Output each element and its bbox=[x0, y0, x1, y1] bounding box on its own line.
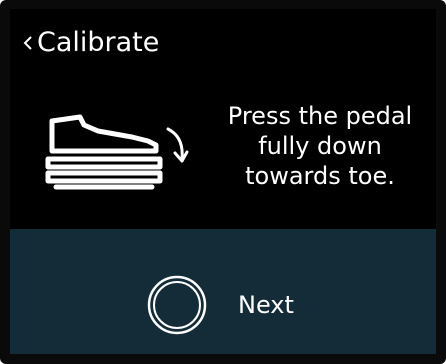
shoe-on-pedal-icon bbox=[45, 114, 189, 190]
page-title: Calibrate bbox=[37, 27, 160, 58]
next-label: Next bbox=[238, 291, 294, 319]
ring-button-icon bbox=[147, 275, 207, 335]
shoe-icon bbox=[49, 114, 159, 154]
device-screen: Calibrate Press the pedal fully down tow… bbox=[0, 0, 446, 364]
pedal-icon bbox=[45, 156, 163, 190]
instruction-text: Press the pedal fully down towards toe. bbox=[227, 102, 413, 190]
back-button[interactable]: Calibrate bbox=[22, 27, 159, 59]
next-button[interactable]: Next bbox=[146, 274, 294, 336]
chevron-left-icon bbox=[23, 36, 32, 50]
instruction-panel: Calibrate Press the pedal fully down tow… bbox=[10, 9, 436, 229]
action-panel: Next bbox=[10, 229, 436, 354]
rotate-arrow-icon bbox=[166, 127, 189, 163]
